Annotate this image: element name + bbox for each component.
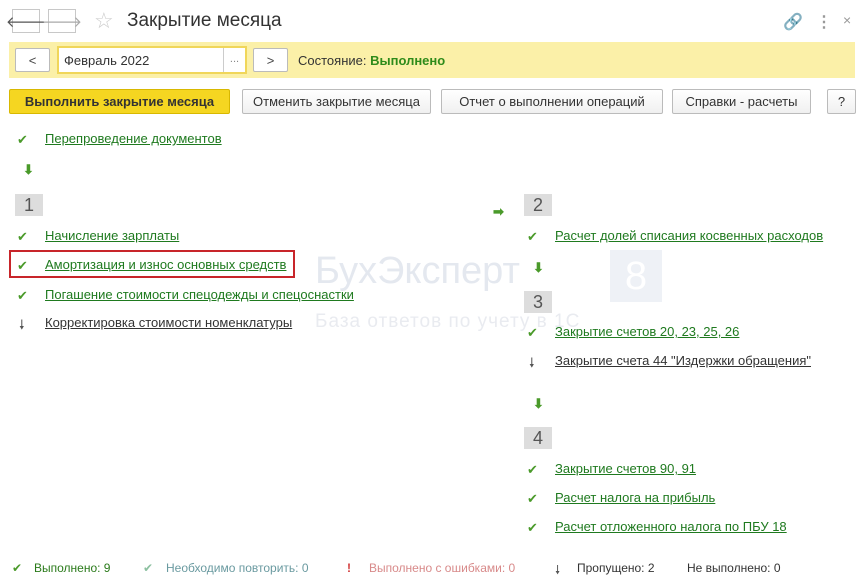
forward-button[interactable]: 🡒 <box>42 9 82 33</box>
check-light-icon: ✔ <box>143 561 154 575</box>
run-close-button[interactable]: Выполнить закрытие месяца <box>9 89 230 114</box>
back-button[interactable]: 🡐 <box>6 9 46 33</box>
more-icon[interactable]: ⋮ <box>816 12 832 32</box>
skip-arrow-icon: 🠗 <box>555 563 561 577</box>
footer-errors: Выполнено с ошибками: 0 <box>369 561 516 575</box>
stage3-item[interactable]: Закрытие счетов 20, 23, 25, 26 <box>555 324 739 339</box>
arrow-down-icon: ⬇ <box>23 162 34 177</box>
watermark-digit: 8 <box>610 250 662 302</box>
state: Состояние: Выполнено <box>298 53 445 68</box>
check-icon: ✔ <box>17 288 28 303</box>
state-value: Выполнено <box>370 53 446 68</box>
state-label: Состояние: <box>298 53 367 68</box>
arrow-down-icon: ⬇ <box>533 396 544 411</box>
footer-repeat: Необходимо повторить: 0 <box>166 561 309 575</box>
check-icon: ✔ <box>527 462 538 477</box>
stage4-item[interactable]: Расчет налога на прибыль <box>555 490 715 505</box>
prev-period-button[interactable]: < <box>15 48 50 72</box>
report-button[interactable]: Отчет о выполнении операций <box>441 89 663 114</box>
check-icon: ✔ <box>527 229 538 244</box>
arrow-right-icon: ➡ <box>493 204 504 219</box>
stage1-item[interactable]: Корректировка стоимости номенклатуры <box>45 315 292 330</box>
watermark-tagline: База ответов по учету в 1С <box>315 311 581 332</box>
footer-notdone: Не выполнено: 0 <box>687 561 781 575</box>
stage-number: 3 <box>524 291 552 313</box>
cancel-close-button[interactable]: Отменить закрытие месяца <box>242 89 431 114</box>
stage1-item[interactable]: Начисление зарплаты <box>45 228 179 243</box>
stage4-item[interactable]: Закрытие счетов 90, 91 <box>555 461 696 476</box>
stage-number: 2 <box>524 194 552 216</box>
stage1-item[interactable]: Погашение стоимости спецодежды и спецосн… <box>45 287 354 302</box>
error-icon: ! <box>347 561 351 575</box>
check-icon: ✔ <box>527 491 538 506</box>
window-title: Закрытие месяца <box>127 10 282 31</box>
check-icon: ✔ <box>17 258 28 273</box>
skip-arrow-icon: 🠗 <box>529 355 535 370</box>
check-icon: ✔ <box>12 561 23 575</box>
link-icon[interactable]: 🔗 <box>783 12 803 32</box>
close-icon[interactable]: × <box>843 12 851 28</box>
stage3-item[interactable]: Закрытие счета 44 "Издержки обращения" <box>555 353 811 368</box>
arrow-down-icon: ⬇ <box>533 260 544 275</box>
arrow-left-icon: 🡐 <box>5 13 47 31</box>
stage-number: 1 <box>15 194 43 216</box>
refs-button[interactable]: Справки - расчеты <box>672 89 811 114</box>
period-field[interactable]: Февраль 2022... <box>57 46 247 74</box>
stage2-item[interactable]: Расчет долей списания косвенных расходов <box>555 228 823 243</box>
pre-repost-link[interactable]: Перепроведение документов <box>45 131 222 146</box>
period-bar: < Февраль 2022... > Состояние: Выполнено <box>9 42 855 78</box>
stage-number: 4 <box>524 427 552 449</box>
star-icon[interactable]: ☆ <box>94 8 114 34</box>
arrow-right-icon: 🡒 <box>41 13 83 31</box>
check-double-icon: ✔ <box>17 229 28 244</box>
footer-skipped: Пропущено: 2 <box>577 561 655 575</box>
period-value[interactable]: Февраль 2022 <box>59 48 223 72</box>
check-icon: ✔ <box>527 325 538 340</box>
stage4-item[interactable]: Расчет отложенного налога по ПБУ 18 <box>555 519 787 534</box>
check-icon: ✔ <box>17 132 28 147</box>
stage1-item[interactable]: Амортизация и износ основных средств <box>45 257 286 272</box>
next-period-button[interactable]: > <box>253 48 288 72</box>
help-button[interactable]: ? <box>827 89 856 114</box>
footer-done: Выполнено: 9 <box>34 561 111 575</box>
skip-arrow-icon: 🠗 <box>19 317 25 332</box>
check-icon: ✔ <box>527 520 538 535</box>
period-select-button[interactable]: ... <box>223 48 245 72</box>
